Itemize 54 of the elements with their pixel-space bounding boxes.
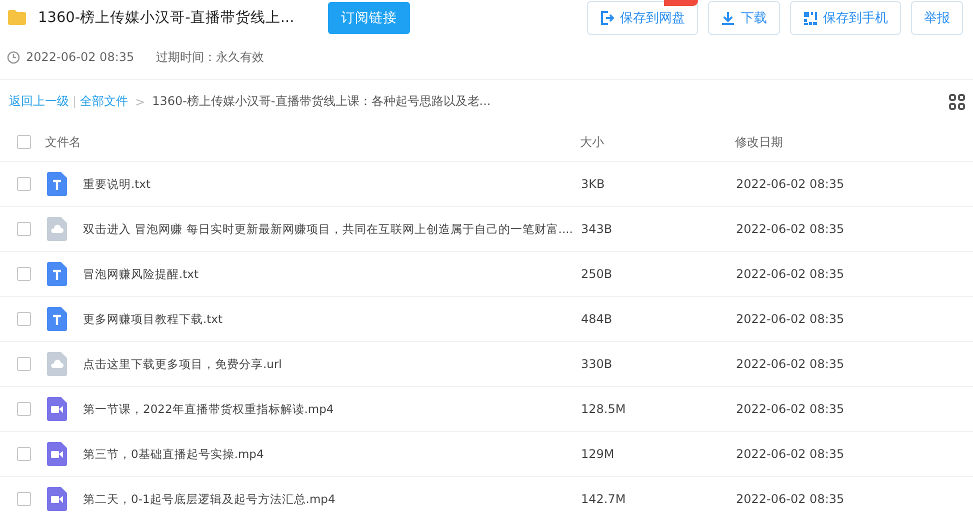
file-name[interactable]: 第一节课，2022年直播带货权重指标解读.mp4 — [83, 402, 581, 416]
file-name[interactable]: 第三节，0基础直播起号实操.mp4 — [83, 446, 581, 462]
modified-date: 2022-06-02 08:35 — [736, 402, 846, 416]
text-file-icon — [47, 172, 67, 196]
save-icon — [600, 10, 614, 24]
video-file-icon — [47, 442, 67, 466]
grid-view-icon[interactable] — [949, 94, 965, 110]
column-header: 大小 — [580, 134, 605, 150]
folder-icon — [8, 10, 26, 25]
modified-date: 2022-06-02 08:35 — [736, 177, 846, 191]
modified-date: 2022-06-02 08:35 — [736, 447, 846, 461]
file-name[interactable]: 重要说明.txt — [83, 176, 581, 192]
cloud-file-icon — [47, 352, 67, 376]
file-name[interactable]: 更多网赚项目教程下载.txt — [83, 312, 581, 326]
download-icon — [721, 10, 735, 24]
row-checkbox[interactable] — [17, 222, 31, 236]
text-file-icon — [47, 307, 67, 331]
modified-date: 2022-06-02 08:35 — [736, 312, 846, 326]
breadcrumb-separator: > — [135, 94, 146, 108]
row-checkbox[interactable] — [17, 312, 31, 326]
text-file-icon — [47, 262, 67, 286]
modified-date: 2022-06-02 08:35 — [736, 357, 846, 371]
row-checkbox[interactable] — [17, 177, 31, 191]
video-file-icon — [47, 397, 67, 421]
current-folder: 1360-榜上传媒小汉哥-直播带货线上课：各种起号思路以及老... — [152, 93, 491, 110]
clock-icon — [7, 50, 20, 64]
modified-date: 2022-06-02 08:35 — [736, 222, 846, 236]
row-checkbox[interactable] — [17, 447, 31, 461]
file-name[interactable]: 冒泡网赚风险提醒.txt — [83, 266, 581, 282]
row-checkbox[interactable] — [17, 267, 31, 281]
row-checkbox[interactable] — [17, 492, 31, 506]
file-name[interactable]: 第二天，0-1起号底层逻辑及起号方法汇总.mp4 — [83, 492, 581, 506]
share-title: 1360-榜上传媒小汉哥-直播带货线上... — [38, 9, 296, 27]
column-header: 修改日期 — [735, 134, 784, 150]
row-checkbox[interactable] — [17, 402, 31, 416]
file-size: 250B — [581, 267, 614, 281]
file-size: 343B — [581, 222, 614, 236]
column-header: 文件名 — [45, 134, 82, 150]
expiry-text: 过期时间：永久有效 — [156, 48, 264, 66]
file-name[interactable]: 双击进入 冒泡网赚 每日实时更新最新网赚项目，共同在互联网上创造属于自己的一笔财富.... — [83, 222, 581, 236]
file-name[interactable]: 点击这里下载更多项目，免费分享.url — [83, 356, 581, 372]
qr-code-icon — [803, 10, 817, 24]
cloud-file-icon — [47, 217, 67, 241]
file-size: 3KB — [581, 177, 606, 191]
file-size: 330B — [581, 357, 614, 371]
file-size: 142.7M — [581, 492, 627, 506]
modified-date: 2022-06-02 08:35 — [736, 492, 846, 506]
file-size: 129M — [581, 447, 616, 461]
select-all-checkbox[interactable] — [17, 135, 31, 149]
modified-date: 2022-06-02 08:35 — [736, 267, 846, 281]
file-size: 484B — [581, 312, 614, 326]
row-checkbox[interactable] — [17, 357, 31, 371]
share-time: 2022-06-02 08:35 — [26, 50, 134, 64]
file-size: 128.5M — [581, 402, 627, 416]
